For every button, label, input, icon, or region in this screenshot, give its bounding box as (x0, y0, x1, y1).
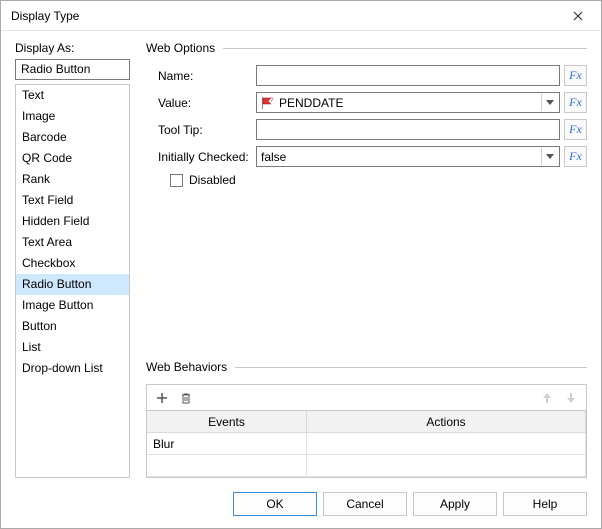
web-behaviors-section: Web Behaviors (146, 360, 587, 478)
close-button[interactable] (563, 3, 593, 28)
list-item[interactable]: Image Button (16, 295, 129, 316)
web-options-title: Web Options (146, 41, 215, 55)
name-input[interactable] (256, 65, 560, 86)
behaviors-toolbar (146, 384, 587, 410)
titlebar: Display Type (1, 1, 601, 31)
disabled-checkbox[interactable] (170, 174, 183, 187)
row-initially-checked: Initially Checked: false Fx (158, 146, 587, 167)
display-as-label: Display As: (15, 41, 130, 55)
svg-text:?: ? (270, 98, 274, 104)
web-options-header: Web Options (146, 41, 587, 55)
col-events[interactable]: Events (147, 411, 307, 433)
action-cell[interactable] (307, 433, 586, 455)
list-item[interactable]: List (16, 337, 129, 358)
tooltip-input[interactable] (256, 119, 560, 140)
value-selected-text: PENDDATE (279, 96, 537, 110)
grid-empty-row (147, 455, 586, 477)
move-up-button[interactable] (536, 388, 558, 408)
name-label: Name: (158, 69, 256, 83)
cancel-button[interactable]: Cancel (323, 492, 407, 516)
initially-checked-label: Initially Checked: (158, 150, 256, 164)
web-options-form: Name: Fx Value: ? PENDDATE (146, 65, 587, 187)
behaviors-grid: Events Actions Blur (146, 410, 587, 478)
fx-button-initially-checked[interactable]: Fx (564, 146, 587, 167)
button-bar: OK Cancel Apply Help (1, 486, 601, 528)
col-actions[interactable]: Actions (307, 411, 586, 433)
web-behaviors-header: Web Behaviors (146, 360, 587, 374)
row-tooltip: Tool Tip: Fx (158, 119, 587, 140)
list-item[interactable]: Drop-down List (16, 358, 129, 379)
list-item[interactable]: Checkbox (16, 253, 129, 274)
divider (223, 48, 587, 49)
value-label: Value: (158, 96, 256, 110)
initially-checked-text: false (261, 150, 537, 164)
display-type-dialog: Display Type Display As: Radio Button Te… (0, 0, 602, 529)
value-select[interactable]: ? PENDDATE (256, 92, 560, 113)
list-item[interactable]: Barcode (16, 127, 129, 148)
list-item[interactable]: Hidden Field (16, 211, 129, 232)
fx-button-tooltip[interactable]: Fx (564, 119, 587, 140)
chevron-down-icon[interactable] (541, 148, 557, 165)
disabled-label: Disabled (189, 173, 236, 187)
chevron-down-icon[interactable] (541, 94, 557, 111)
display-as-list[interactable]: TextImageBarcodeQR CodeRankText FieldHid… (15, 84, 130, 478)
web-behaviors-title: Web Behaviors (146, 360, 227, 374)
fx-button-value[interactable]: Fx (564, 92, 587, 113)
right-panel: Web Options Name: Fx Value: (146, 41, 587, 478)
fx-button-name[interactable]: Fx (564, 65, 587, 86)
arrow-down-icon (566, 392, 576, 404)
flag-icon: ? (261, 97, 275, 109)
row-value: Value: ? PENDDATE Fx (158, 92, 587, 113)
row-name: Name: Fx (158, 65, 587, 86)
delete-button[interactable] (175, 388, 197, 408)
list-item[interactable]: Radio Button (16, 274, 129, 295)
table-row[interactable]: Blur (147, 433, 586, 455)
arrow-up-icon (542, 392, 552, 404)
window-title: Display Type (11, 9, 79, 23)
list-item[interactable]: Text Area (16, 232, 129, 253)
tooltip-label: Tool Tip: (158, 123, 256, 137)
list-item[interactable]: Text Field (16, 190, 129, 211)
plus-icon (156, 392, 168, 404)
divider (235, 367, 587, 368)
display-as-selected[interactable]: Radio Button (15, 59, 130, 80)
event-cell[interactable]: Blur (147, 433, 307, 455)
list-item[interactable]: QR Code (16, 148, 129, 169)
help-button[interactable]: Help (503, 492, 587, 516)
trash-icon (180, 392, 192, 404)
ok-button[interactable]: OK (233, 492, 317, 516)
add-button[interactable] (151, 388, 173, 408)
move-down-button[interactable] (560, 388, 582, 408)
left-panel: Display As: Radio Button TextImageBarcod… (15, 41, 130, 478)
list-item[interactable]: Image (16, 106, 129, 127)
list-item[interactable]: Button (16, 316, 129, 337)
grid-header: Events Actions (147, 411, 586, 433)
list-item[interactable]: Rank (16, 169, 129, 190)
spacer (146, 187, 587, 352)
dialog-body: Display As: Radio Button TextImageBarcod… (1, 31, 601, 486)
apply-button[interactable]: Apply (413, 492, 497, 516)
row-disabled: Disabled (158, 173, 587, 187)
initially-checked-select[interactable]: false (256, 146, 560, 167)
list-item[interactable]: Text (16, 85, 129, 106)
close-icon (573, 11, 583, 21)
